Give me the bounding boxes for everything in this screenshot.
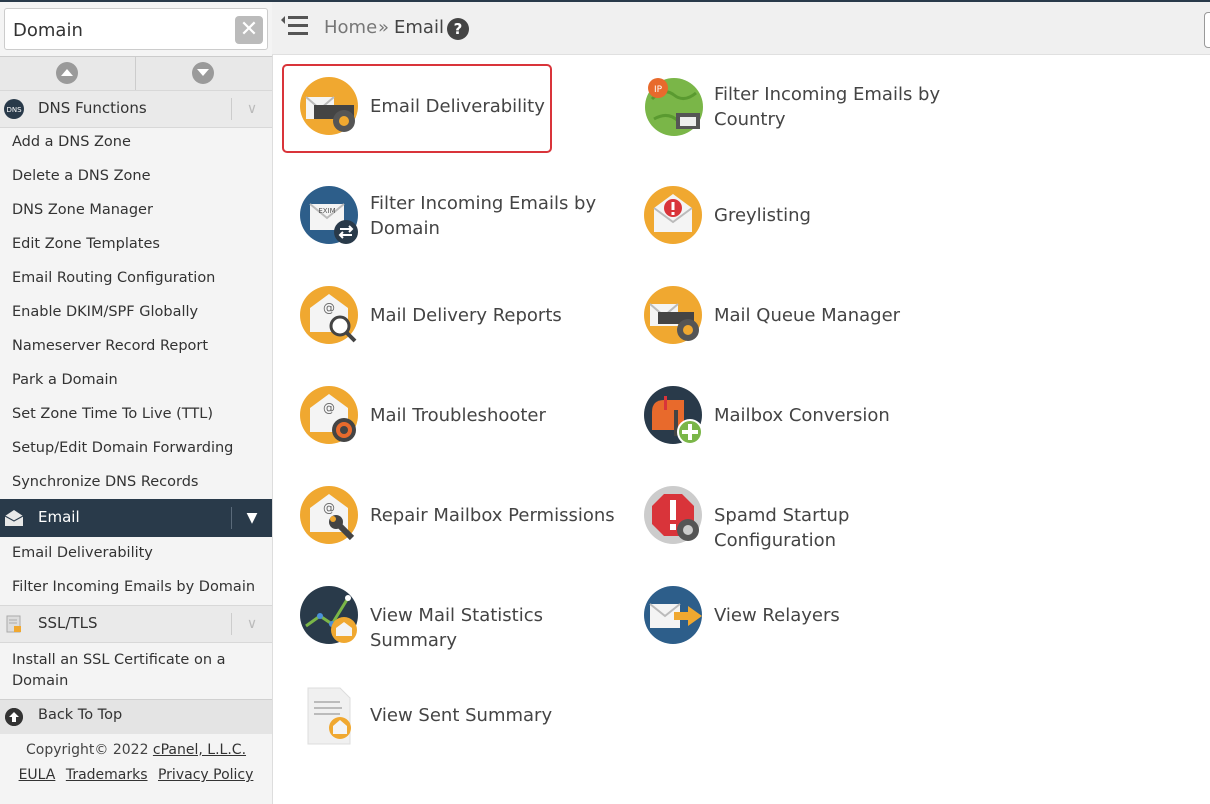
- item-label: Mailbox Conversion: [714, 405, 890, 426]
- item-label: View Mail Statistics Summary: [370, 605, 544, 651]
- footer-links: EULA Trademarks Privacy Policy: [0, 767, 272, 783]
- search-box: ✕: [4, 8, 268, 51]
- privacy-policy-link[interactable]: Privacy Policy: [158, 767, 253, 783]
- breadcrumb-separator: »: [378, 17, 390, 38]
- chevron-down-icon: [192, 62, 214, 84]
- sidebar-section-ssl-tls[interactable]: SSL/TLS ∨: [0, 605, 272, 643]
- sidebar-section-label: DNS Functions: [38, 99, 147, 117]
- item-label: View Relayers: [714, 605, 840, 626]
- item-repair-mailbox-permissions[interactable]: @ Repair Mailbox Permissions: [300, 486, 620, 566]
- item-label: Email Deliverability: [370, 96, 545, 117]
- search-input[interactable]: [11, 9, 225, 51]
- sidebar-section-email[interactable]: Email ▼: [0, 499, 272, 537]
- item-label: Mail Troubleshooter: [370, 405, 546, 426]
- stats-graph-icon: [300, 586, 358, 644]
- sidebar-item-add-dns-zone[interactable]: Add a DNS Zone: [12, 134, 131, 150]
- svg-text:DNS: DNS: [6, 106, 22, 114]
- sidebar-item-install-ssl[interactable]: Install an SSL Certificate on a Domain: [12, 650, 252, 692]
- svg-text:@: @: [323, 501, 335, 515]
- item-label: Mail Delivery Reports: [370, 305, 562, 326]
- sidebar-section-dns-functions[interactable]: DNS DNS Functions ∨: [0, 90, 272, 128]
- sidebar-item-email-routing[interactable]: Email Routing Configuration: [12, 270, 215, 286]
- sidebar-item-email-deliverability[interactable]: Email Deliverability: [12, 545, 153, 561]
- item-spamd-startup-configuration[interactable]: Spamd Startup Configuration: [644, 486, 964, 566]
- back-to-top-label: Back To Top: [38, 707, 123, 723]
- sidebar-section-label: Email: [38, 508, 80, 526]
- sidebar-item-delete-dns-zone[interactable]: Delete a DNS Zone: [12, 168, 151, 184]
- item-mail-troubleshooter[interactable]: @ Mail Troubleshooter: [300, 386, 600, 466]
- close-icon[interactable]: ✕: [235, 16, 263, 44]
- header-right-control[interactable]: [1204, 12, 1210, 48]
- sidebar-item-dns-zone-manager[interactable]: DNS Zone Manager: [12, 202, 153, 218]
- mailbox-plus-icon: [644, 386, 703, 445]
- item-label: Filter Incoming Emails by Country: [714, 84, 941, 130]
- envelope-gear-icon: [300, 77, 358, 135]
- page-title: Email: [394, 17, 444, 38]
- item-view-mail-statistics[interactable]: View Mail Statistics Summary: [300, 586, 630, 666]
- item-label: Mail Queue Manager: [714, 305, 901, 326]
- eula-link[interactable]: EULA: [19, 767, 56, 783]
- chevron-up-icon: [56, 62, 78, 84]
- sidebar-footer: Copyright© 2022 cPanel, L.L.C. EULA Trad…: [0, 734, 272, 792]
- menu-collapse-icon[interactable]: [280, 14, 308, 38]
- copyright: Copyright© 2022 cPanel, L.L.C.: [25, 742, 247, 758]
- envelope-arrow-icon: [644, 586, 702, 644]
- ssl-icon: [6, 615, 21, 633]
- envelope-wrench-icon: @: [300, 486, 358, 544]
- svg-text:IP: IP: [654, 85, 663, 95]
- sidebar-item-enable-dkim-spf[interactable]: Enable DKIM/SPF Globally: [12, 304, 198, 320]
- sidebar-item-park-domain[interactable]: Park a Domain: [12, 372, 118, 388]
- item-view-relayers[interactable]: View Relayers: [644, 586, 894, 666]
- company-link[interactable]: cPanel, L.L.C.: [153, 742, 246, 758]
- item-label: Greylisting: [714, 205, 811, 226]
- email-icon: [4, 510, 24, 526]
- item-label: Filter Incoming Emails by Domain: [370, 193, 597, 239]
- exim-envelope-icon: EXIM: [300, 186, 358, 244]
- arrow-up-icon: [5, 708, 23, 726]
- envelope-search-icon: @: [300, 286, 358, 344]
- sidebar-section-label: SSL/TLS: [38, 614, 98, 632]
- top-header: Home » Email ?: [272, 2, 1210, 55]
- trademarks-link[interactable]: Trademarks: [66, 767, 148, 783]
- item-label: Spamd Startup Configuration: [714, 505, 850, 551]
- sidebar-item-filter-by-domain[interactable]: Filter Incoming Emails by Domain: [12, 579, 255, 595]
- svg-text:EXIM: EXIM: [318, 207, 335, 215]
- envelope-queue-gear-icon: [644, 286, 702, 344]
- item-view-sent-summary[interactable]: View Sent Summary: [300, 686, 580, 766]
- help-icon[interactable]: ?: [447, 18, 469, 40]
- globe-ip-icon: IP: [645, 78, 703, 136]
- envelope-lifebuoy-icon: @: [300, 386, 358, 444]
- svg-text:@: @: [323, 401, 335, 415]
- back-to-top-button[interactable]: Back To Top: [0, 699, 272, 735]
- sidebar-item-synchronize-dns[interactable]: Synchronize DNS Records: [12, 474, 199, 490]
- envelope-alert-icon: [644, 186, 702, 244]
- scroll-down-button[interactable]: [136, 57, 271, 91]
- document-envelope-icon: [307, 687, 351, 745]
- dns-icon: DNS: [4, 99, 24, 119]
- item-filter-by-country[interactable]: IP Filter Incoming Emails by Country: [644, 77, 944, 157]
- sidebar-item-domain-forwarding[interactable]: Setup/Edit Domain Forwarding: [12, 440, 233, 456]
- chevron-down-icon[interactable]: ∨: [231, 98, 272, 120]
- chevron-down-icon[interactable]: ▼: [231, 507, 272, 529]
- item-filter-by-domain[interactable]: EXIM Filter Incoming Emails by Domain: [300, 186, 600, 266]
- item-label: Repair Mailbox Permissions: [370, 505, 615, 526]
- item-mailbox-conversion[interactable]: Mailbox Conversion: [644, 386, 944, 466]
- svg-text:@: @: [323, 301, 335, 315]
- chevron-down-icon[interactable]: ∨: [231, 613, 272, 635]
- nav-arrows: [0, 56, 272, 92]
- scroll-up-button[interactable]: [0, 57, 136, 91]
- sidebar: ✕ DNS DNS Functions ∨ Add a DNS Zone Del…: [0, 2, 273, 804]
- stop-sign-gear-icon: [644, 486, 702, 544]
- item-email-deliverability[interactable]: Email Deliverability: [300, 77, 550, 157]
- item-mail-queue-manager[interactable]: Mail Queue Manager: [644, 286, 944, 366]
- item-label: View Sent Summary: [370, 705, 553, 726]
- breadcrumb-home[interactable]: Home: [324, 17, 377, 38]
- item-greylisting[interactable]: Greylisting: [644, 186, 894, 266]
- item-mail-delivery-reports[interactable]: @ Mail Delivery Reports: [300, 286, 600, 366]
- sidebar-item-nameserver-record-report[interactable]: Nameserver Record Report: [12, 338, 208, 354]
- sidebar-item-set-zone-ttl[interactable]: Set Zone Time To Live (TTL): [12, 406, 213, 422]
- sidebar-item-edit-zone-templates[interactable]: Edit Zone Templates: [12, 236, 160, 252]
